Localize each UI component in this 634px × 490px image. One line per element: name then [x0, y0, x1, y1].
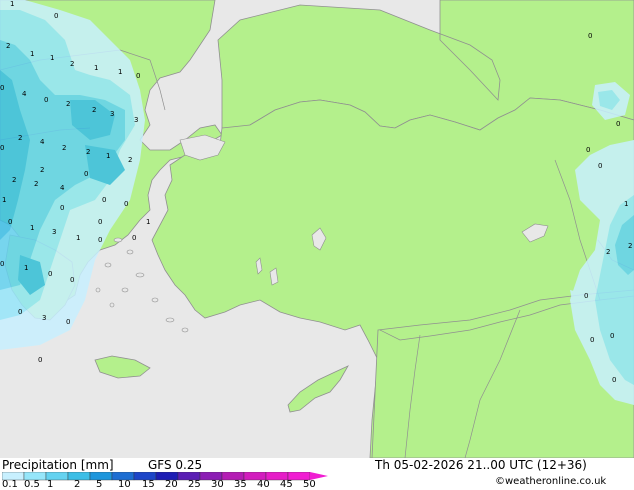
precip-value-label: 2	[34, 180, 38, 188]
precip-value-label: 4	[22, 90, 27, 98]
precip-value-label: 0	[0, 84, 4, 92]
model-name: GFS 0.25	[148, 458, 203, 472]
precip-value-label: 0	[590, 336, 594, 344]
precip-value-label: 0	[66, 318, 70, 326]
map-canvas: 1021 12 1 1 0040 22 332 42 2 1 22 2 40 001 31 00 10003 00…	[0, 0, 634, 459]
precip-value-label: 0	[0, 144, 4, 152]
legend-tick-label: 1	[47, 479, 54, 490]
precip-value-label: 4	[60, 184, 65, 192]
precip-value-label: 0	[98, 236, 102, 244]
precip-value-label: 2	[40, 166, 44, 174]
legend-tick-label: 50	[303, 479, 316, 490]
precip-value-label: 0	[136, 72, 140, 80]
precip-value-label: 2	[128, 156, 132, 164]
map-title: Precipitation [mm]	[2, 458, 114, 472]
legend-tick-label: 0.1	[2, 479, 18, 490]
precip-value-label: 3	[42, 314, 46, 322]
precip-value-label: 2	[12, 176, 16, 184]
credit-link[interactable]: ©weatheronline.co.uk	[495, 475, 606, 489]
precip-value-label: 0	[8, 218, 12, 226]
precip-value-label: 1	[118, 68, 122, 76]
precip-value-label: 3	[52, 228, 56, 236]
precip-value-label: 1	[50, 54, 54, 62]
valid-time: Th 05-02-2026 21..00 UTC (12+36)	[375, 458, 587, 472]
precip-value-label: 2	[628, 242, 632, 250]
legend-tick-label: 20	[165, 479, 178, 490]
precip-value-label: 0	[18, 308, 22, 316]
legend-tick-label: 30	[211, 479, 224, 490]
precip-value-label: 2	[18, 134, 22, 142]
precip-value-label: 0	[60, 204, 64, 212]
precip-value-label: 2	[70, 60, 74, 68]
precip-value-label: 0	[612, 376, 616, 384]
precip-value-label: 3	[110, 110, 114, 118]
legend-tick-label: 2	[74, 479, 81, 490]
precip-value-label: 0	[54, 12, 58, 20]
precip-value-label: 0	[588, 32, 592, 40]
precip-value-label: 2	[62, 144, 66, 152]
precip-value-label: 0	[84, 170, 88, 178]
legend-tick-label: 25	[188, 479, 201, 490]
precip-value-label: 2	[86, 148, 90, 156]
precip-value-label: 0	[124, 200, 128, 208]
legend-tick-label: 45	[280, 479, 293, 490]
precip-value-label: 1	[624, 200, 628, 208]
precip-value-label: 1	[146, 218, 150, 226]
precip-value-label: 0	[584, 292, 588, 300]
precip-value-label: 1	[76, 234, 80, 242]
precip-value-label: 1	[106, 152, 110, 160]
legend-tick-label: 10	[118, 479, 131, 490]
precip-value-label: 0	[616, 120, 620, 128]
precip-value-label: 2	[66, 100, 70, 108]
legend-tick-label: 0.5	[24, 479, 40, 490]
precip-value-label: 0	[48, 270, 52, 278]
precipitation-map: 1021121100402233242212224000131001000300…	[0, 0, 634, 459]
precip-value-label: 1	[2, 196, 6, 204]
legend-tick-label: 40	[257, 479, 270, 490]
precip-value-label: 0	[610, 332, 614, 340]
precip-value-label: 0	[44, 96, 48, 104]
precip-value-label: 3	[134, 116, 138, 124]
precip-value-label: 0	[132, 234, 136, 242]
precip-value-label: 0	[98, 218, 102, 226]
precip-value-label: 0	[0, 260, 4, 268]
legend-tick-label: 15	[142, 479, 155, 490]
precip-value-label: 0	[70, 276, 74, 284]
precip-value-label: 1	[94, 64, 98, 72]
precip-value-label: 2	[606, 248, 610, 256]
precip-value-label: 1	[24, 264, 28, 272]
precip-value-label: 0	[598, 162, 602, 170]
legend-tick-label: 35	[234, 479, 247, 490]
precip-value-label: 0	[586, 146, 590, 154]
precip-value-label: 2	[6, 42, 10, 50]
precip-value-label: 2	[92, 106, 96, 114]
precip-value-label: 1	[10, 0, 14, 8]
precip-value-label: 4	[40, 138, 45, 146]
legend-tick-label: 5	[96, 479, 103, 490]
precip-value-label: 1	[30, 224, 34, 232]
precip-value-label: 0	[102, 196, 106, 204]
precip-value-label: 0	[38, 356, 42, 364]
precip-value-label: 1	[30, 50, 34, 58]
